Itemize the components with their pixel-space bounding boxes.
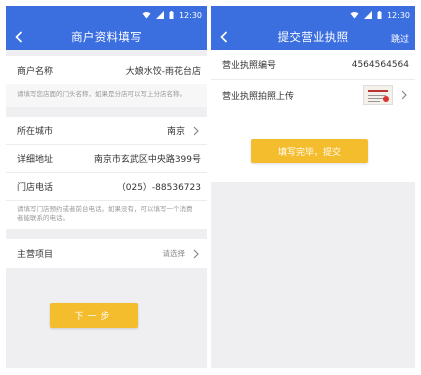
signal-icon: [155, 11, 164, 19]
license-number-input[interactable]: 4564564564: [276, 60, 409, 70]
wifi-icon: [350, 11, 359, 19]
phone-input[interactable]: （025）-88536723: [53, 180, 201, 193]
phone-hint: 请填写门店预约或者前台电话。如果没有，可以填写一个消费者能联系的电话。: [6, 201, 207, 229]
merchant-info-screen: 12:30 商户资料填写 商户名称 大娘水饺-雨花台店 请填写您店面的门头名称，…: [6, 6, 207, 368]
merchant-name-hint: 请填写您店面的门头名称，如果是分店可以写上分店名称。: [6, 84, 207, 107]
chevron-right-icon: [191, 126, 201, 136]
license-section: 营业执照编号 4564564564 营业执照拍照上传: [211, 50, 415, 112]
merchant-name-section: 商户名称 大娘水饺-雨花台店: [6, 56, 207, 84]
license-thumbnail[interactable]: [363, 85, 393, 105]
business-label: 主营项目: [17, 250, 54, 260]
merchant-name-row[interactable]: 商户名称 大娘水饺-雨花台店: [6, 56, 207, 84]
status-time: 12:30: [386, 10, 410, 20]
merchant-name-label: 商户名称: [17, 66, 54, 77]
chevron-right-icon: [399, 90, 409, 100]
location-section: 所在城市 南京 详细地址 南京市玄武区中央路399号 门店电话 （025）-88…: [6, 117, 207, 229]
address-input[interactable]: 南京市玄武区中央路399号: [53, 152, 201, 165]
chevron-right-icon: [191, 249, 201, 259]
back-arrow-icon[interactable]: [217, 30, 231, 44]
submit-button[interactable]: 填写完毕，提交: [251, 139, 368, 163]
license-photo-label: 营业执照拍照上传: [222, 91, 295, 102]
license-photo-row[interactable]: 营业执照拍照上传: [211, 80, 415, 110]
license-number-row[interactable]: 营业执照编号 4564564564: [211, 50, 415, 80]
phone-label: 门店电话: [17, 183, 54, 193]
battery-icon: [169, 11, 174, 19]
merchant-name-input[interactable]: 大娘水饺-雨花台店: [53, 64, 201, 77]
next-step-button[interactable]: 下一步: [50, 303, 138, 328]
business-row[interactable]: 主营项目 请选择: [6, 239, 207, 268]
phone-row[interactable]: 门店电话 （025）-88536723: [6, 173, 207, 201]
city-value: 南京: [166, 127, 185, 137]
page-title: 提交营业执照: [277, 30, 349, 44]
battery-icon: [377, 11, 382, 19]
city-label: 所在城市: [17, 127, 54, 137]
back-arrow-icon[interactable]: [12, 30, 26, 44]
business-select[interactable]: 请选择: [53, 248, 186, 259]
business-license-screen: 12:30 提交营业执照 跳过 营业执照编号 4564564564 营业执照拍照…: [211, 6, 415, 368]
app-bar: 商户资料填写: [6, 24, 207, 50]
business-section: 主营项目 请选择: [6, 239, 207, 268]
wifi-icon: [142, 11, 151, 19]
status-bar: 12:30: [211, 6, 415, 24]
status-time: 12:30: [178, 10, 202, 20]
address-label: 详细地址: [17, 155, 54, 165]
app-bar: 提交营业执照 跳过: [211, 24, 415, 50]
address-row[interactable]: 详细地址 南京市玄武区中央路399号: [6, 145, 207, 173]
page-title: 商户资料填写: [71, 30, 142, 44]
city-row[interactable]: 所在城市 南京: [6, 117, 207, 145]
signal-icon: [363, 11, 372, 19]
status-bar: 12:30: [6, 6, 207, 24]
license-number-label: 营业执照编号: [222, 61, 277, 71]
skip-button[interactable]: 跳过: [391, 32, 409, 45]
